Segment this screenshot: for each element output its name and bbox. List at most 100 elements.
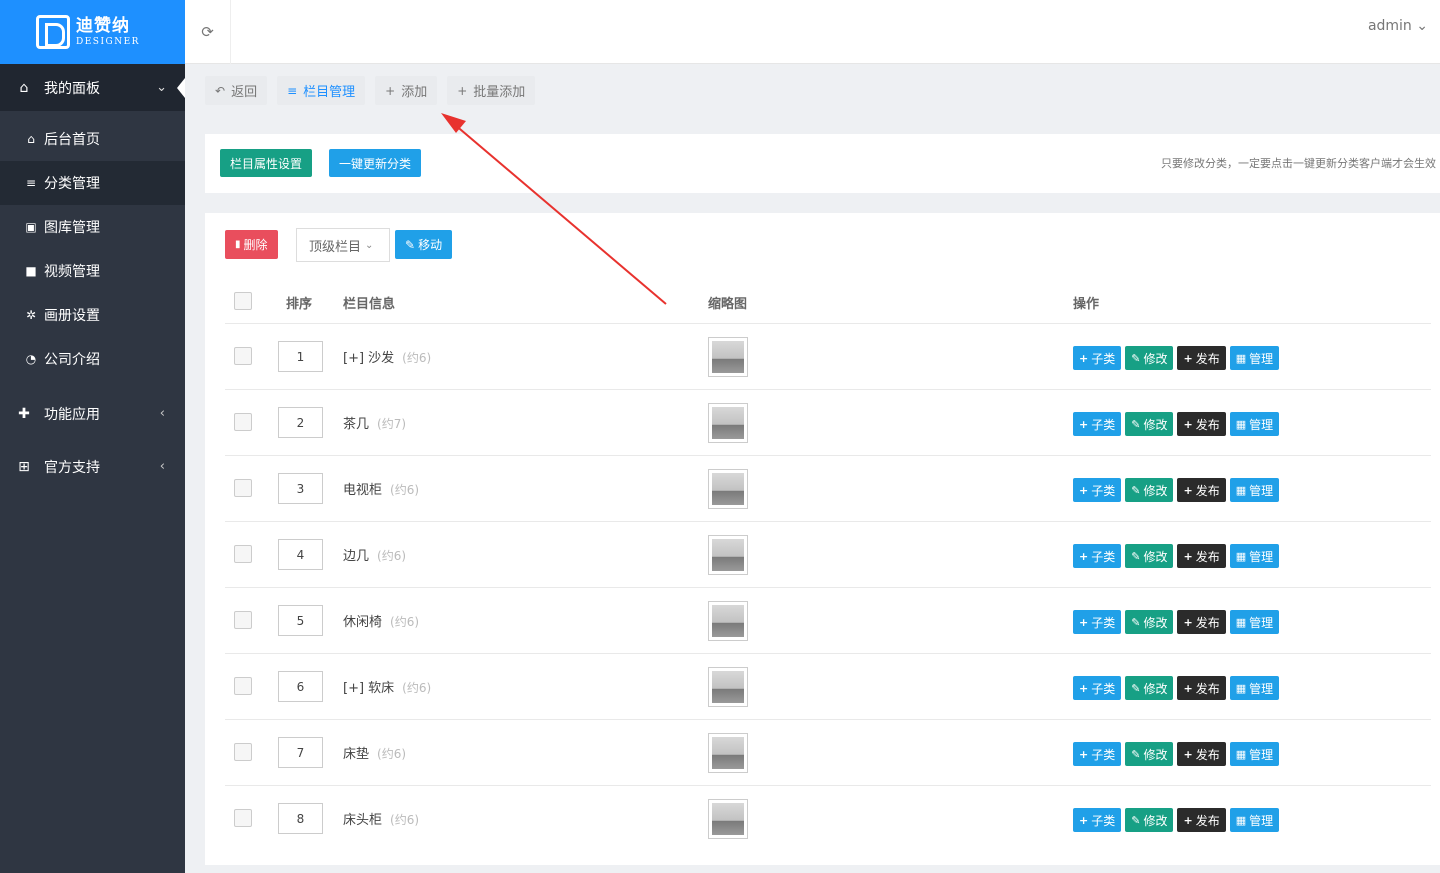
add-subcategory-button[interactable]: + 子类 [1073,544,1122,568]
row-checkbox[interactable] [234,347,252,365]
publish-button[interactable]: + 发布 [1177,412,1226,436]
category-thumbnail[interactable] [708,601,748,641]
add-subcategory-button[interactable]: + 子类 [1073,742,1122,766]
category-thumbnail[interactable] [708,799,748,839]
add-subcategory-button[interactable]: + 子类 [1073,346,1122,370]
category-thumbnail[interactable] [708,667,748,707]
sidebar-item-company[interactable]: ◔ 公司介绍 [0,337,185,381]
list-icon: ≡ [25,176,37,190]
category-settings-panel: 栏目属性设置 一键更新分类 只要修改分类，一定要点击一键更新分类客户端才会生效 [205,134,1440,193]
item-count: (约7) [377,417,407,431]
row-checkbox[interactable] [234,809,252,827]
plus-icon: + [457,83,468,98]
manage-button[interactable]: ▦ 管理 [1229,346,1280,370]
sort-input[interactable]: 7 [278,737,323,768]
sort-input[interactable]: 3 [278,473,323,504]
publish-button[interactable]: + 发布 [1177,478,1226,502]
category-list-panel: ▮ 删除 顶级栏目 ⌄ ✎ 移动 排序 栏目信息 缩略图 操作 1 [+] 沙发… [205,213,1440,865]
select-all-checkbox[interactable] [234,292,252,310]
manage-button[interactable]: ▦ 管理 [1229,742,1280,766]
edit-button[interactable]: ✎ 修改 [1125,808,1174,832]
parent-category-select[interactable]: 顶级栏目 ⌄ [296,228,390,262]
edit-button[interactable]: ✎ 修改 [1125,346,1174,370]
update-categories-button[interactable]: 一键更新分类 [329,149,422,177]
category-thumbnail[interactable] [708,469,748,509]
row-checkbox[interactable] [234,677,252,695]
user-name: admin [1367,18,1412,34]
add-subcategory-button[interactable]: + 子类 [1073,412,1122,436]
edit-icon: ✎ [1131,681,1141,695]
add-subcategory-button[interactable]: + 子类 [1073,478,1122,502]
sidebar-group-support[interactable]: ⊞ 官方支持 ‹ [0,440,185,493]
category-manage-button[interactable]: ≡ 栏目管理 [277,76,366,105]
edit-button[interactable]: ✎ 修改 [1125,610,1174,634]
edit-button[interactable]: ✎ 修改 [1125,544,1174,568]
row-checkbox[interactable] [234,743,252,761]
publish-button[interactable]: + 发布 [1177,676,1226,700]
attr-settings-button[interactable]: 栏目属性设置 [220,149,313,177]
row-checkbox[interactable] [234,545,252,563]
sidebar-item-album-settings[interactable]: ✲ 画册设置 [0,293,185,337]
sidebar-item-label: 后台首页 [44,132,100,148]
add-subcategory-button[interactable]: + 子类 [1073,676,1122,700]
edit-icon: ✎ [1131,813,1141,827]
row-checkbox[interactable] [234,479,252,497]
manage-button[interactable]: ▦ 管理 [1229,412,1280,436]
category-thumbnail[interactable] [708,733,748,773]
manage-button[interactable]: ▦ 管理 [1229,610,1280,634]
publish-button[interactable]: + 发布 [1177,610,1226,634]
user-menu[interactable]: admin ⌄ [1368,18,1428,34]
publish-button[interactable]: + 发布 [1177,346,1226,370]
brand-logo[interactable]: 迪赞纳 DESIGNER [0,0,185,64]
manage-button[interactable]: ▦ 管理 [1229,544,1280,568]
sidebar-group-label: 官方支持 [44,459,100,476]
row-checkbox[interactable] [234,611,252,629]
back-button[interactable]: ↶ 返回 [205,76,268,105]
sidebar-item-videos[interactable]: ■ 视频管理 [0,249,185,293]
edit-button[interactable]: ✎ 修改 [1125,676,1174,700]
plus-icon: + [385,83,396,98]
sidebar-group-apps[interactable]: ✚ 功能应用 ‹ [0,387,185,440]
sort-input[interactable]: 2 [278,407,323,438]
batch-add-button[interactable]: + 批量添加 [447,76,536,105]
move-button[interactable]: ✎ 移动 [395,230,453,259]
category-thumbnail[interactable] [708,337,748,377]
add-button[interactable]: + 添加 [375,76,438,105]
sort-input[interactable]: 1 [278,341,323,372]
edit-button[interactable]: ✎ 修改 [1125,412,1174,436]
add-subcategory-button[interactable]: + 子类 [1073,808,1122,832]
publish-button[interactable]: + 发布 [1177,808,1226,832]
publish-button[interactable]: + 发布 [1177,742,1226,766]
home-icon: ⌂ [27,132,35,146]
delete-button[interactable]: ▮ 删除 [225,230,278,259]
plus-icon: + [1079,813,1089,827]
row-actions: + 子类 ✎ 修改 + 发布 ▦ 管理 [1073,808,1280,832]
sidebar-item-categories[interactable]: ≡ 分类管理 [0,161,185,205]
item-count: (约6) [402,351,432,365]
row-checkbox[interactable] [234,413,252,431]
edit-button[interactable]: ✎ 修改 [1125,742,1174,766]
sidebar-item-label: 画册设置 [44,308,100,324]
sidebar: 迪赞纳 DESIGNER ⌂ 我的面板 ⌄ ⌂ 后台首页 ≡ 分类管理 ▣ 图库… [0,0,185,873]
refresh-icon[interactable]: ⟳ [185,0,231,64]
sidebar-item-home[interactable]: ⌂ 后台首页 [0,117,185,161]
edit-icon: ✎ [1131,747,1141,761]
manage-button[interactable]: ▦ 管理 [1229,478,1280,502]
edit-button[interactable]: ✎ 修改 [1125,478,1174,502]
sort-input[interactable]: 6 [278,671,323,702]
sidebar-dashboard[interactable]: ⌂ 我的面板 ⌄ [0,64,185,111]
add-subcategory-button[interactable]: + 子类 [1073,610,1122,634]
plus-icon: + [1183,681,1193,695]
chevron-left-icon: ‹ [159,406,165,421]
plus-icon: + [1183,813,1193,827]
manage-button[interactable]: ▦ 管理 [1229,676,1280,700]
category-thumbnail[interactable] [708,535,748,575]
sort-input[interactable]: 8 [278,803,323,834]
manage-button[interactable]: ▦ 管理 [1229,808,1280,832]
sort-input[interactable]: 4 [278,539,323,570]
publish-button[interactable]: + 发布 [1177,544,1226,568]
grid-icon: ▦ [1235,549,1247,563]
sidebar-item-gallery[interactable]: ▣ 图库管理 [0,205,185,249]
category-thumbnail[interactable] [708,403,748,443]
sort-input[interactable]: 5 [278,605,323,636]
